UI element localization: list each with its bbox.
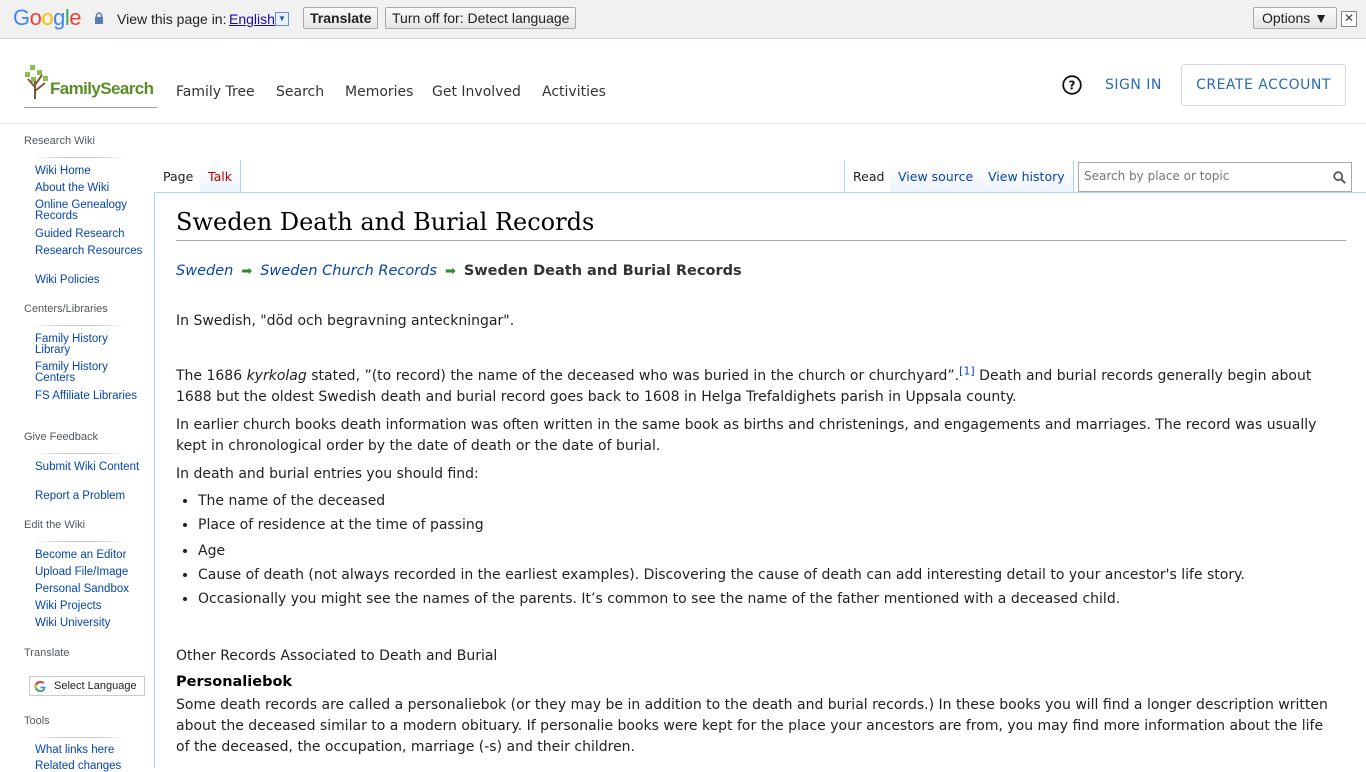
list-item: Occasionally you might see the names of … [198, 589, 1348, 610]
sidebar-item-research-resources[interactable]: Research Resources [35, 245, 145, 257]
paragraph-kyrkolag: The 1686 kyrkolag stated, ”(to record) t… [176, 364, 1336, 408]
language-select[interactable]: English [229, 11, 275, 27]
google-logo-letter: e [69, 5, 82, 30]
google-logo: Google [13, 5, 82, 31]
nav-memories[interactable]: Memories [345, 84, 413, 100]
help-icon[interactable]: ? [1062, 75, 1082, 95]
sidebar-item-fs-affiliate-libraries[interactable]: FS Affiliate Libraries [35, 390, 145, 402]
tab-view-source[interactable]: View source [890, 160, 983, 193]
tab-view-history[interactable]: View history [980, 160, 1074, 193]
page-title: Sweden Death and Burial Records [176, 208, 1346, 241]
sidebar-item-submit-wiki-content[interactable]: Submit Wiki Content [35, 461, 145, 473]
close-icon[interactable]: ✕ [1341, 11, 1357, 27]
tab-page[interactable]: Page [155, 160, 202, 193]
sidebar-item-wiki-university[interactable]: Wiki University [35, 617, 145, 629]
view-page-prompt: View this page in: [117, 11, 227, 27]
search-icon[interactable] [1333, 171, 1346, 184]
list-item: Cause of death (not always recorded in t… [198, 565, 1348, 586]
nav-search[interactable]: Search [276, 84, 324, 100]
paragraph-italic: kyrkolag [246, 368, 307, 384]
reference-link[interactable]: [1] [959, 364, 975, 377]
tab-read[interactable]: Read [844, 160, 894, 193]
select-language-widget[interactable]: Select Language [29, 676, 145, 696]
sidebar-heading-tools: Tools [24, 715, 50, 727]
sidebar-item-wiki-projects[interactable]: Wiki Projects [35, 600, 145, 612]
sidebar-item-become-editor[interactable]: Become an Editor [35, 549, 145, 561]
paragraph-text: stated, ”(to record) the name of the dec… [306, 368, 960, 384]
divider [34, 157, 126, 158]
sidebar-item-online-genealogy-records[interactable]: Online Genealogy Records [35, 199, 145, 222]
list-item: The name of the deceased [198, 491, 1348, 512]
sidebar-heading-centers: Centers/Libraries [24, 303, 108, 315]
divider [34, 737, 126, 738]
sidebar: Research Wiki Wiki Home About the Wiki O… [0, 124, 154, 772]
dropdown-arrow-icon[interactable]: ▼ [275, 12, 289, 26]
sidebar-item-related-changes[interactable]: Related changes [35, 760, 145, 772]
sidebar-item-what-links-here[interactable]: What links here [35, 744, 145, 756]
select-language-label: Select Language [54, 680, 137, 692]
breadcrumb: Sweden ➡ Sweden Church Records ➡ Sweden Deat… [176, 263, 742, 279]
sidebar-item-wiki-policies[interactable]: Wiki Policies [35, 274, 145, 286]
paragraph-entries-intro: In death and burial entries you should f… [176, 466, 479, 482]
logo-text: FamilySearch [50, 79, 154, 98]
arrow-right-icon: ➡ [241, 264, 253, 279]
create-account-button[interactable]: CREATE ACCOUNT [1181, 64, 1346, 106]
google-g-icon [34, 680, 46, 693]
sign-in-link[interactable]: SIGN IN [1105, 77, 1162, 93]
google-logo-letter: o [41, 5, 54, 30]
list-item: Age [198, 541, 1348, 562]
divider [34, 325, 126, 326]
entries-list: The name of the deceased Place of reside… [176, 491, 1348, 613]
sidebar-heading-edit-wiki: Edit the Wiki [24, 519, 86, 531]
svg-text:?: ? [1069, 79, 1076, 93]
paragraph-text: The 1686 [176, 368, 247, 384]
section-heading-personaliebok: Personaliebok [176, 674, 293, 690]
intro-paragraph: In Swedish, "död och begravning anteckni… [176, 313, 515, 329]
breadcrumb-link-sweden[interactable]: Sweden [176, 263, 233, 279]
wiki-search[interactable] [1078, 162, 1352, 192]
site-header: FamilySearch Family Tree Search Memories… [0, 39, 1366, 124]
search-input[interactable] [1082, 168, 1321, 184]
divider [34, 541, 126, 542]
nav-get-involved[interactable]: Get Involved [432, 84, 521, 100]
nav-family-tree[interactable]: Family Tree [176, 84, 255, 100]
sidebar-item-personal-sandbox[interactable]: Personal Sandbox [35, 583, 145, 595]
turn-off-button[interactable]: Turn off for: Detect language [385, 7, 577, 29]
sidebar-heading-research-wiki: Research Wiki [24, 135, 95, 147]
sidebar-heading-feedback: Give Feedback [24, 431, 98, 443]
divider [34, 453, 126, 454]
sidebar-item-report-problem[interactable]: Report a Problem [35, 490, 145, 502]
breadcrumb-link-church-records[interactable]: Sweden Church Records [260, 263, 437, 279]
other-records-heading: Other Records Associated to Death and Bu… [176, 648, 498, 664]
tab-talk[interactable]: Talk [200, 160, 241, 193]
options-button[interactable]: Options ▼ [1253, 7, 1337, 29]
paragraph-earlier-books: In earlier church books death informatio… [176, 417, 1317, 454]
translate-button[interactable]: Translate [303, 7, 379, 29]
list-item: Place of residence at the time of passin… [198, 515, 1348, 536]
sidebar-item-family-history-centers[interactable]: Family History Centers [35, 361, 145, 384]
tree-logo-icon [25, 65, 48, 99]
google-logo-letter: G [13, 5, 30, 30]
lock-icon [95, 12, 103, 24]
google-logo-letter: g [53, 5, 65, 30]
sidebar-item-upload-file[interactable]: Upload File/Image [35, 566, 145, 578]
breadcrumb-current: Sweden Death and Burial Records [463, 263, 742, 279]
arrow-right-icon: ➡ [444, 264, 456, 279]
nav-activities[interactable]: Activities [542, 84, 606, 100]
sidebar-heading-translate: Translate [24, 647, 70, 659]
sidebar-item-wiki-home[interactable]: Wiki Home [35, 165, 145, 177]
google-translate-bar: Google View this page in: English ▼ Tran… [0, 0, 1366, 39]
familysearch-logo[interactable]: FamilySearch [24, 65, 157, 108]
paragraph-personaliebok: Some death records are called a personal… [176, 697, 1328, 755]
sidebar-item-guided-research[interactable]: Guided Research [35, 228, 145, 240]
sidebar-item-family-history-library[interactable]: Family History Library [35, 333, 145, 356]
google-logo-letter: o [29, 5, 42, 30]
sidebar-item-about-wiki[interactable]: About the Wiki [35, 182, 145, 194]
